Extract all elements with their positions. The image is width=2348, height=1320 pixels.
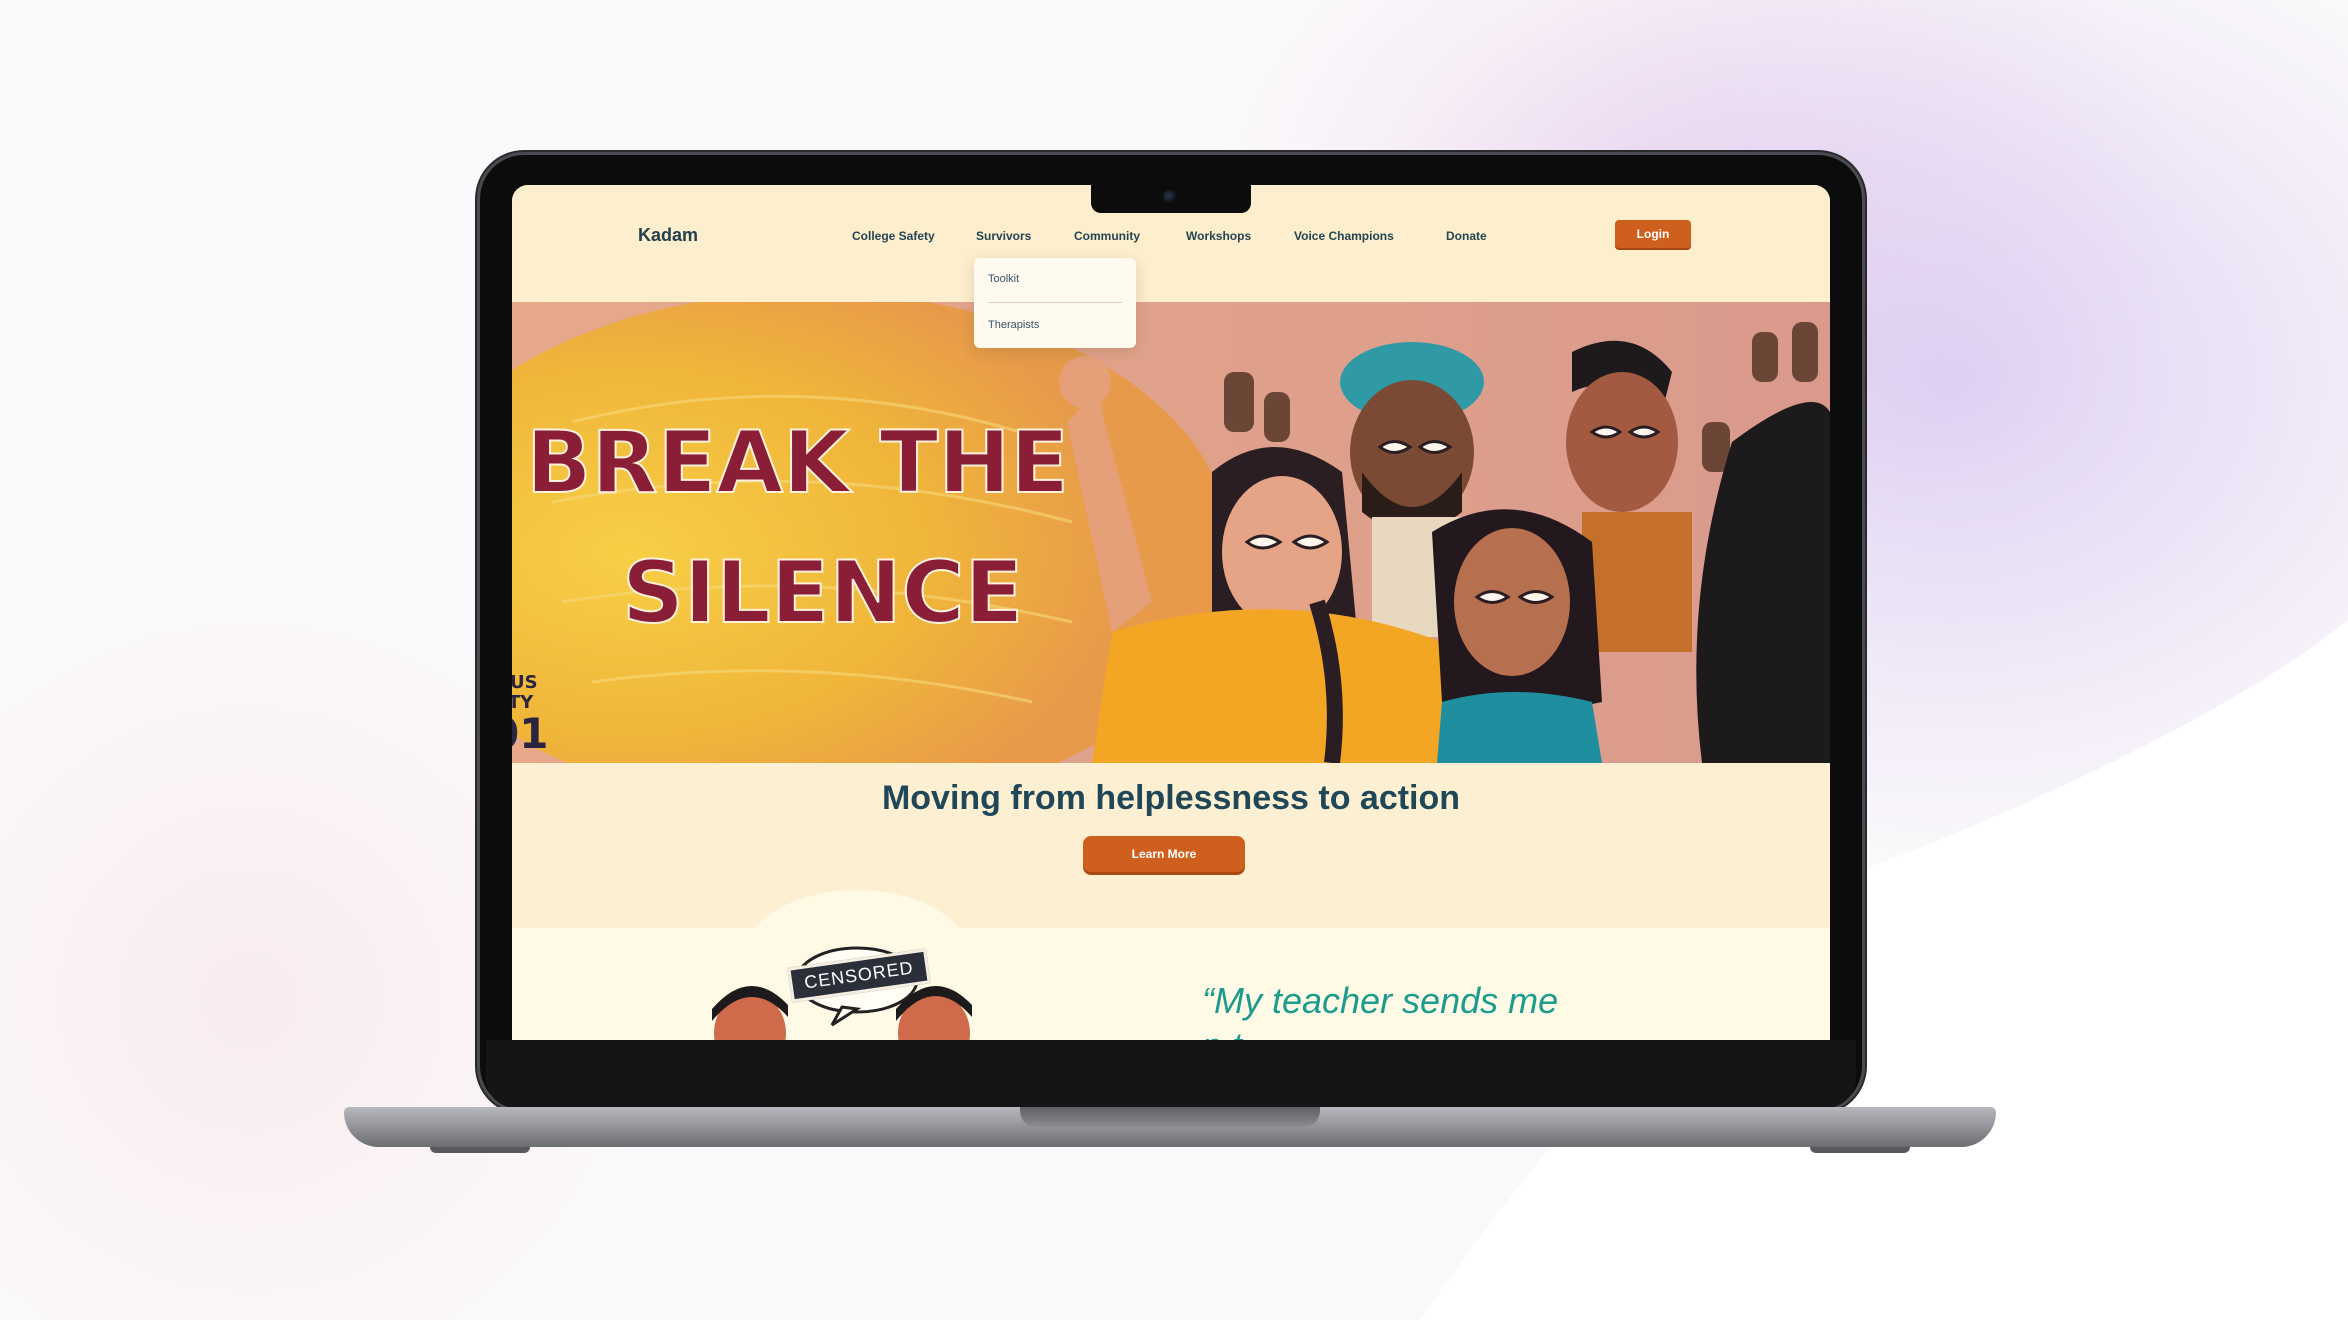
nav-survivors[interactable]: Survivors — [976, 229, 1031, 243]
survivors-dropdown: Toolkit Therapists — [974, 258, 1136, 348]
camera-notch — [1091, 185, 1251, 213]
brand-logo[interactable]: Kadam — [638, 225, 698, 246]
laptop-foot — [430, 1147, 530, 1153]
laptop-foot — [1810, 1147, 1910, 1153]
dropdown-divider — [988, 302, 1122, 303]
login-button[interactable]: Login — [1615, 220, 1691, 248]
camera-icon — [1163, 190, 1177, 204]
hero-edge-text-3: 01 — [512, 709, 548, 758]
screen: Kadam College Safety Survivors Community… — [512, 185, 1830, 1040]
nav-college-safety[interactable]: College Safety — [852, 229, 935, 243]
nav-donate[interactable]: Donate — [1446, 229, 1487, 243]
hero-headline-line1: BREAK THE — [526, 413, 1069, 513]
dropdown-item-therapists[interactable]: Therapists — [988, 319, 1039, 331]
hero-headline-line2: SILENCE — [622, 543, 1023, 643]
tagline-heading: Moving from helplessness to action — [881, 779, 1461, 817]
dropdown-item-toolkit[interactable]: Toolkit — [988, 273, 1019, 285]
testimonial-quote: “My teacher sends me — [1202, 980, 1559, 1021]
learn-more-button[interactable]: Learn More — [1083, 836, 1245, 872]
nav-community[interactable]: Community — [1074, 229, 1140, 243]
nav-workshops[interactable]: Workshops — [1186, 229, 1251, 243]
laptop-chin — [486, 1040, 1856, 1108]
hero-edge-text-1: US — [512, 672, 538, 693]
laptop-hinge — [1020, 1107, 1320, 1127]
nav-voice-champions[interactable]: Voice Champions — [1294, 229, 1394, 243]
hero-illustration: BREAK THE SILENCE US TY 01 — [512, 302, 1830, 763]
testimonial-quote-line2: p t — [1202, 1025, 1242, 1040]
